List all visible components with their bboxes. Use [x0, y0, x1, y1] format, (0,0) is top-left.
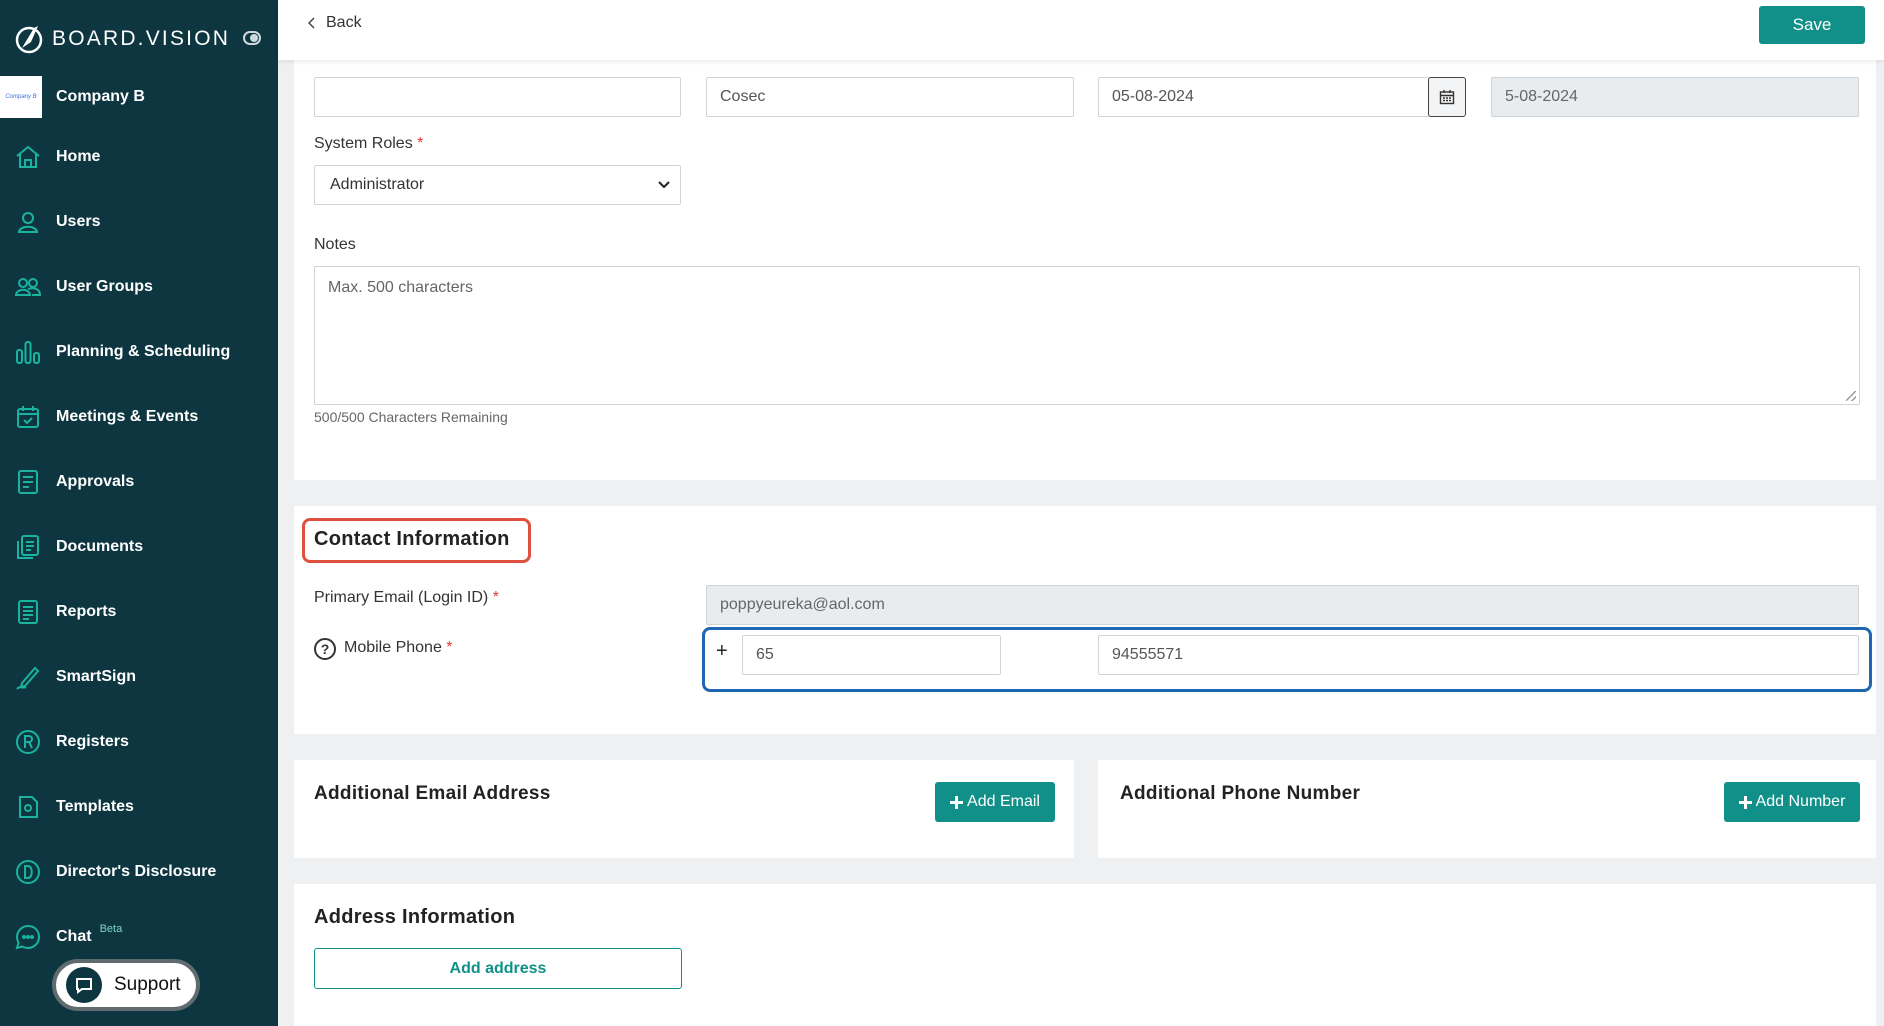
address-information-title: Address Information [314, 906, 516, 928]
system-roles-label: System Roles * [314, 135, 424, 152]
sidebar-item-documents[interactable]: Documents [0, 514, 278, 579]
sidebar-item-label: User Groups [56, 277, 153, 295]
add-email-button[interactable]: Add Email [935, 782, 1055, 822]
sidebar-item-templates[interactable]: Templates [0, 774, 278, 839]
documents-icon [17, 534, 39, 559]
plus-icon [950, 795, 964, 809]
support-chat-icon [66, 967, 102, 1003]
chevron-left-icon [308, 17, 315, 29]
required-asterisk: * [417, 135, 424, 152]
mobile-phone-label: Mobile Phone * [344, 639, 453, 656]
home-icon [16, 145, 40, 168]
required-asterisk: * [492, 589, 499, 606]
required-asterisk: * [446, 639, 453, 656]
system-roles-value: Administrator [330, 176, 425, 193]
notes-textarea[interactable]: Max. 500 characters [314, 266, 1860, 405]
report-list-icon [18, 599, 38, 624]
sidebar-item-planning-scheduling[interactable]: Planning & Scheduling [0, 319, 278, 384]
sidebar-item-label: Chat [56, 927, 92, 945]
user-groups-icon [14, 277, 42, 296]
add-address-button[interactable]: Add address [314, 948, 682, 989]
resize-handle-icon[interactable] [1846, 391, 1856, 401]
chevron-down-icon [658, 181, 670, 189]
support-label: Support [114, 974, 181, 995]
registered-icon [16, 729, 40, 754]
sidebar-item-users[interactable]: Users [0, 189, 278, 254]
sidebar-item-label: Director's Disclosure [56, 862, 217, 880]
plus-icon [1738, 795, 1752, 809]
sidebar-item-reports[interactable]: Reports [0, 579, 278, 644]
calendar-icon [1439, 90, 1455, 105]
sidebar-item-label: Home [56, 147, 101, 165]
approval-doc-icon [18, 469, 38, 494]
sidebar-item-approvals[interactable]: Approvals [0, 449, 278, 514]
notes-character-count: 500/500 Characters Remaining [314, 409, 508, 425]
sidebar-item-directors-disclosure[interactable]: Director's Disclosure [0, 839, 278, 904]
sidebar-item-label: Reports [56, 602, 117, 620]
system-roles-select[interactable]: Administrator [314, 165, 681, 205]
sidebar-item-label: Meetings & Events [56, 407, 199, 425]
pen-sign-icon [16, 666, 40, 690]
sidebar-toggle-icon[interactable] [243, 31, 261, 45]
add-number-button[interactable]: Add Number [1724, 782, 1860, 822]
sidebar-item-label: Documents [56, 537, 144, 555]
sidebar-item-label: Templates [56, 797, 134, 815]
date-picker-button[interactable] [1428, 77, 1466, 117]
additional-email-title: Additional Email Address [314, 783, 551, 804]
sidebar-item-label: Users [56, 212, 101, 230]
readonly-date-field: 5-08-2024 [1491, 77, 1859, 117]
sidebar-item-label: Approvals [56, 472, 135, 490]
sidebar-item-user-groups[interactable]: User Groups [0, 254, 278, 319]
back-label: Back [326, 14, 362, 31]
add-email-label: Add Email [967, 793, 1040, 810]
brand-name: BOARD.VISION [52, 27, 231, 50]
board-vision-logo-icon [15, 26, 43, 54]
add-number-label: Add Number [1755, 793, 1846, 810]
sidebar: BOARD.VISION Company B Company B Home Us… [0, 0, 278, 1026]
notes-placeholder: Max. 500 characters [328, 279, 473, 296]
primary-email-field: poppyeureka@aol.com [706, 585, 1859, 625]
additional-phone-title: Additional Phone Number [1120, 783, 1361, 804]
help-icon[interactable]: ? [314, 638, 336, 660]
back-link[interactable]: Back [308, 14, 362, 32]
sidebar-item-home[interactable]: Home [0, 124, 278, 189]
sidebar-nav: Home Users User Groups Planning & Schedu… [0, 124, 278, 969]
chat-icon [15, 924, 41, 949]
designation-field[interactable]: Cosec [706, 77, 1074, 117]
beta-badge: Beta [99, 922, 123, 935]
sidebar-item-label: SmartSign [56, 667, 137, 685]
sidebar-item-registers[interactable]: Registers [0, 709, 278, 774]
sidebar-item-smartsign[interactable]: SmartSign [0, 644, 278, 709]
sidebar-item-label: Planning & Scheduling [56, 342, 231, 360]
template-icon [19, 795, 38, 818]
disclosure-d-icon [16, 859, 40, 884]
user-icon [17, 211, 39, 233]
text-field-1[interactable] [314, 77, 681, 117]
support-button[interactable]: Support [52, 959, 200, 1011]
save-button[interactable]: Save [1759, 6, 1865, 44]
brand[interactable]: BOARD.VISION [12, 22, 230, 56]
primary-email-label: Primary Email (Login ID) * [314, 589, 499, 606]
company-logo: Company B [0, 76, 42, 118]
sidebar-item-label: Registers [56, 732, 129, 750]
bar-chart-icon [16, 340, 40, 364]
company-switcher[interactable]: Company B Company B [0, 76, 278, 118]
start-date-field[interactable]: 05-08-2024 [1098, 77, 1430, 117]
notes-label: Notes [314, 236, 356, 253]
calendar-check-icon [17, 405, 39, 428]
top-bar: Back Save [278, 0, 1884, 60]
phone-field-highlight [702, 627, 1872, 692]
company-name: Company B [56, 88, 145, 105]
sidebar-item-meetings-events[interactable]: Meetings & Events [0, 384, 278, 449]
contact-title-highlight [302, 518, 531, 563]
